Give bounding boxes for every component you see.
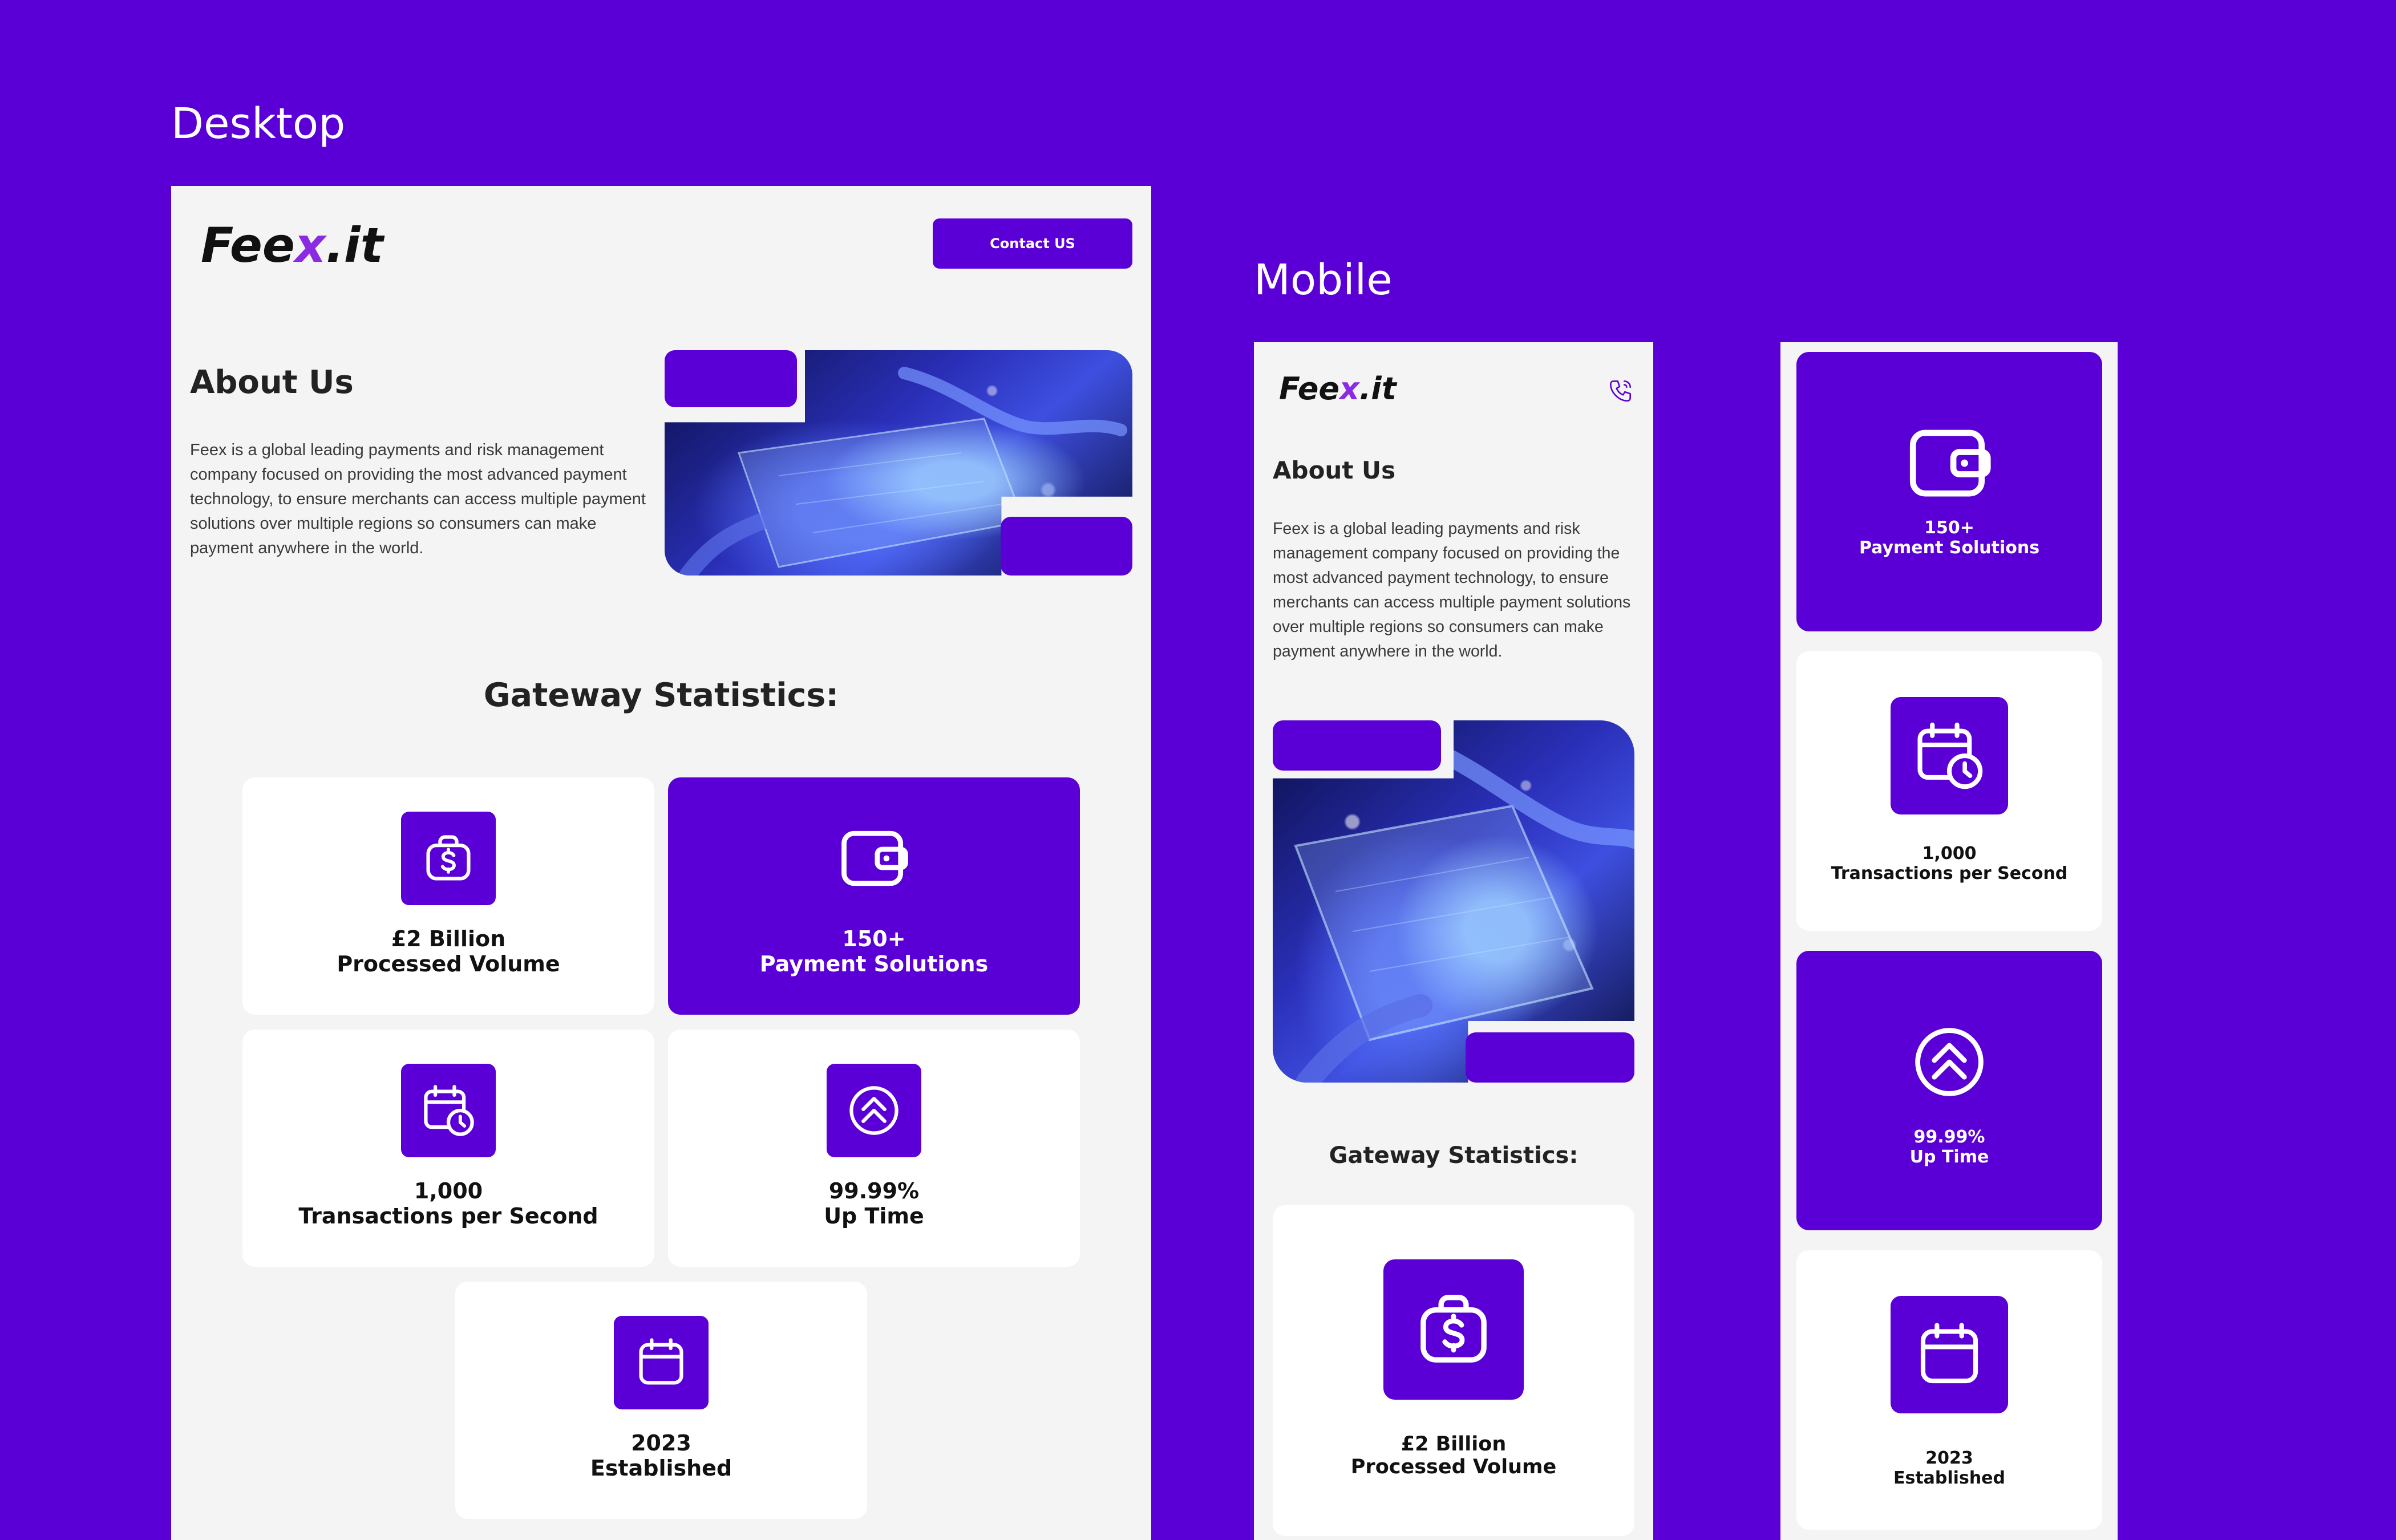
stat-text: 150+ Payment Solutions — [1859, 518, 2039, 558]
stat-card-solutions: 150+ Payment Solutions — [1796, 352, 2102, 631]
stat-text: 99.99% Up Time — [824, 1178, 924, 1229]
stat-text: £2 Billion Processed Volume — [337, 926, 560, 976]
stat-card-uptime: 99.99% Up Time — [668, 1030, 1080, 1267]
stats-title: Gateway Statistics: — [1329, 1142, 1579, 1169]
stat-value: £2 Billion — [1401, 1433, 1507, 1456]
stat-text: 150+ Payment Solutions — [759, 926, 989, 976]
stat-text: 2023 Established — [590, 1430, 732, 1481]
logo-text-left: Fee — [201, 217, 295, 273]
money-bag-icon — [1383, 1259, 1524, 1400]
stat-text: 1,000 Transactions per Second — [1831, 844, 2068, 884]
logo-text-right: .it — [326, 217, 383, 273]
stat-value: 99.99% — [828, 1178, 920, 1203]
contact-us-button[interactable]: Contact US — [933, 218, 1132, 269]
logo-x-mark: x — [1339, 371, 1359, 407]
decor-block — [1273, 720, 1441, 771]
about-body: Feex is a global leading payments and ri… — [1273, 520, 1631, 660]
stat-label: Transactions per Second — [1831, 863, 2068, 884]
logo[interactable]: Fee x .it — [201, 217, 383, 273]
stat-card-established: 2023 Established — [455, 1282, 867, 1519]
stat-card-uptime: 99.99% Up Time — [1796, 951, 2102, 1230]
wallet-icon — [1901, 420, 1998, 506]
stat-card-established: 2023 Established — [1796, 1250, 2102, 1530]
stat-text: 2023 Established — [1893, 1448, 2005, 1488]
stat-value: 150+ — [842, 926, 906, 951]
stat-card-transactions: 1,000 Transactions per Second — [242, 1030, 654, 1267]
stat-value: 2023 — [1925, 1448, 1973, 1468]
calendar-clock-icon — [401, 1064, 496, 1157]
logo-text-right: .it — [1359, 371, 1397, 407]
stat-value: £2 Billion — [391, 926, 506, 951]
mobile-label: Mobile — [1254, 256, 1393, 305]
stat-value: 1,000 — [414, 1178, 483, 1203]
stat-label: Payment Solutions — [759, 951, 989, 976]
about-title: About Us — [1273, 456, 1396, 484]
stat-text: 1,000 Transactions per Second — [298, 1178, 598, 1229]
stats-title: Gateway Statistics: — [483, 676, 839, 714]
logo-x-mark: x — [294, 217, 326, 273]
stat-value: 99.99% — [1913, 1127, 1985, 1147]
stat-card-volume: £2 Billion Processed Volume — [1273, 1205, 1634, 1536]
chevrons-up-circle-icon — [827, 1064, 921, 1157]
desktop-label: Desktop — [171, 99, 346, 148]
calendar-clock-icon — [1891, 697, 2008, 814]
stat-label: Up Time — [1909, 1146, 1989, 1167]
mobile-frame: Fee x .it About Us Feex is a global leadin… — [1254, 342, 1653, 1540]
chevrons-up-circle-icon — [1907, 1019, 1992, 1105]
stat-label: Payment Solutions — [1859, 537, 2040, 558]
stat-label: Processed Volume — [337, 951, 560, 976]
stat-label: Established — [590, 1455, 732, 1481]
decor-block — [665, 350, 797, 407]
stat-value: 150+ — [1924, 518, 1974, 538]
stat-card-volume: £2 Billion Processed Volume — [242, 777, 654, 1015]
calendar-icon — [614, 1316, 709, 1409]
stat-text: 99.99% Up Time — [1909, 1127, 1989, 1167]
stat-card-solutions: 150+ Payment Solutions — [668, 777, 1080, 1015]
stat-label: Established — [1893, 1468, 2005, 1488]
calendar-icon — [1891, 1296, 2008, 1413]
phone-icon[interactable] — [1606, 376, 1635, 405]
logo-text-left: Fee — [1279, 371, 1339, 407]
stat-label: Processed Volume — [1350, 1456, 1557, 1479]
stat-label: Up Time — [824, 1203, 924, 1229]
decor-block — [1001, 517, 1132, 576]
mobile-frame-continued: 150+ Payment Solutions 1,000 Transaction… — [1780, 342, 2118, 1540]
stat-label: Transactions per Second — [298, 1203, 598, 1229]
stat-text: £2 Billion Processed Volume — [1351, 1433, 1556, 1479]
stat-card-transactions: 1,000 Transactions per Second — [1796, 651, 2102, 931]
desktop-frame: Fee x .it Contact US About Us Feex is a gl… — [171, 186, 1151, 1540]
wallet-icon — [827, 812, 921, 905]
logo[interactable]: Fee x .it — [1279, 371, 1397, 407]
money-bag-icon — [401, 812, 496, 905]
decor-block — [1466, 1032, 1634, 1083]
hero-image — [1273, 720, 1634, 1083]
about-title: About Us — [190, 364, 354, 401]
stat-value: 1,000 — [1922, 844, 1977, 864]
stat-value: 2023 — [631, 1430, 691, 1456]
about-body: Feex is a global leading payments and ri… — [190, 441, 646, 557]
